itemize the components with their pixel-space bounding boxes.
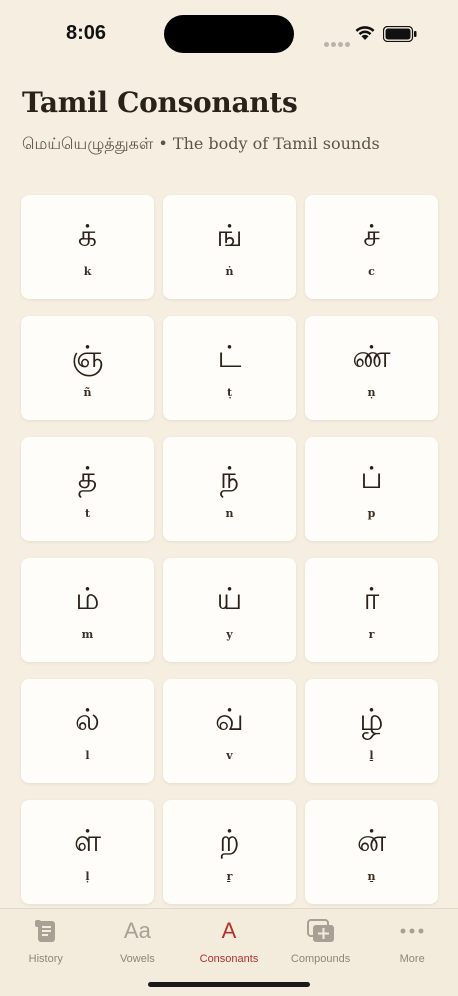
consonant-transliteration: ṅ <box>225 265 234 278</box>
consonant-card[interactable]: ர் r <box>305 558 438 662</box>
tab-label: History <box>28 953 63 965</box>
consonant-grid: க் k ங் ṅ ச் c ஞ் ñ ட் ṭ ண் ṇ த் t ந் n ப் p ம் m … <box>21 195 438 904</box>
consonant-transliteration: m <box>81 628 94 641</box>
consonant-card[interactable]: ன் ṉ <box>305 800 438 904</box>
consonant-transliteration: ñ <box>83 386 92 399</box>
tab-label: Compounds <box>290 953 351 965</box>
page-title: Tamil Consonants <box>22 86 298 119</box>
consonant-glyph: வ் <box>215 703 244 738</box>
consonant-glyph: ப் <box>360 461 383 496</box>
consonant-transliteration: p <box>367 507 376 520</box>
consonant-transliteration: ṇ <box>367 386 376 399</box>
consonant-glyph: ந் <box>219 461 240 496</box>
consonant-glyph: ன் <box>356 824 387 859</box>
home-indicator[interactable] <box>148 982 310 987</box>
letter-a-icon: A <box>221 918 237 943</box>
battery-icon <box>383 26 417 42</box>
consonant-card[interactable]: ல் l <box>21 679 154 783</box>
consonant-glyph: ச் <box>363 219 380 254</box>
consonant-transliteration: v <box>226 749 233 762</box>
consonant-transliteration: l <box>85 749 90 762</box>
consonant-glyph: ற் <box>219 824 240 859</box>
consonant-glyph: த் <box>77 461 98 496</box>
stack-plus-icon <box>306 917 336 945</box>
consonant-card[interactable]: ண் ṇ <box>305 316 438 420</box>
consonant-glyph: ஞ் <box>71 340 104 375</box>
tab-label: Consonants <box>199 953 259 965</box>
text-aa-icon: Aa <box>123 918 151 943</box>
consonant-transliteration: n <box>225 507 234 520</box>
consonant-card[interactable]: ற் ṟ <box>163 800 296 904</box>
wifi-icon <box>355 26 375 40</box>
dynamic-island <box>164 15 294 53</box>
scroll-icon <box>32 917 60 945</box>
consonant-glyph: க் <box>77 219 98 254</box>
consonant-transliteration: ṉ <box>367 870 376 883</box>
consonant-glyph: ர் <box>363 582 380 617</box>
ellipsis-icon <box>398 917 426 945</box>
cellular-signal-icon <box>324 32 352 51</box>
consonant-glyph: ண் <box>352 340 391 375</box>
consonant-card[interactable]: ள் ḷ <box>21 800 154 904</box>
consonant-glyph: ள் <box>73 824 102 859</box>
consonant-transliteration: ḻ <box>369 749 374 762</box>
consonant-transliteration: ṭ <box>226 386 233 399</box>
consonant-glyph: ம் <box>75 582 100 617</box>
status-bar: 8:06 <box>0 0 458 70</box>
consonant-transliteration: c <box>368 265 375 278</box>
tab-history[interactable]: History <box>0 909 92 996</box>
consonant-transliteration: k <box>83 265 92 278</box>
consonant-card[interactable]: க் k <box>21 195 154 299</box>
consonant-transliteration: ṟ <box>226 870 233 883</box>
consonant-card[interactable]: ங் ṅ <box>163 195 296 299</box>
consonant-glyph: ங் <box>216 219 243 254</box>
consonant-glyph: ழ் <box>359 703 384 738</box>
consonant-glyph: ல் <box>75 703 100 738</box>
consonant-card[interactable]: வ் v <box>163 679 296 783</box>
consonant-card[interactable]: ம் m <box>21 558 154 662</box>
consonant-card[interactable]: ந் n <box>163 437 296 541</box>
consonant-card[interactable]: ச் c <box>305 195 438 299</box>
tab-label: More <box>399 953 425 965</box>
tab-label: Vowels <box>119 953 155 965</box>
consonant-card[interactable]: ட் ṭ <box>163 316 296 420</box>
tab-more[interactable]: More <box>366 909 458 996</box>
page-subtitle: மெய்யெழுத்துகள் • The body of Tamil soun… <box>22 134 380 153</box>
consonant-glyph: ய் <box>216 582 243 617</box>
consonant-card[interactable]: ழ் ḻ <box>305 679 438 783</box>
status-time: 8:06 <box>66 22 107 44</box>
consonant-card[interactable]: ஞ் ñ <box>21 316 154 420</box>
consonant-card[interactable]: ய் y <box>163 558 296 662</box>
consonant-transliteration: t <box>84 507 91 520</box>
consonant-transliteration: r <box>368 628 375 641</box>
consonant-transliteration: ḷ <box>85 870 90 883</box>
consonant-glyph: ட் <box>217 340 242 375</box>
consonant-card[interactable]: த் t <box>21 437 154 541</box>
consonant-card[interactable]: ப் p <box>305 437 438 541</box>
consonant-transliteration: y <box>226 628 233 641</box>
